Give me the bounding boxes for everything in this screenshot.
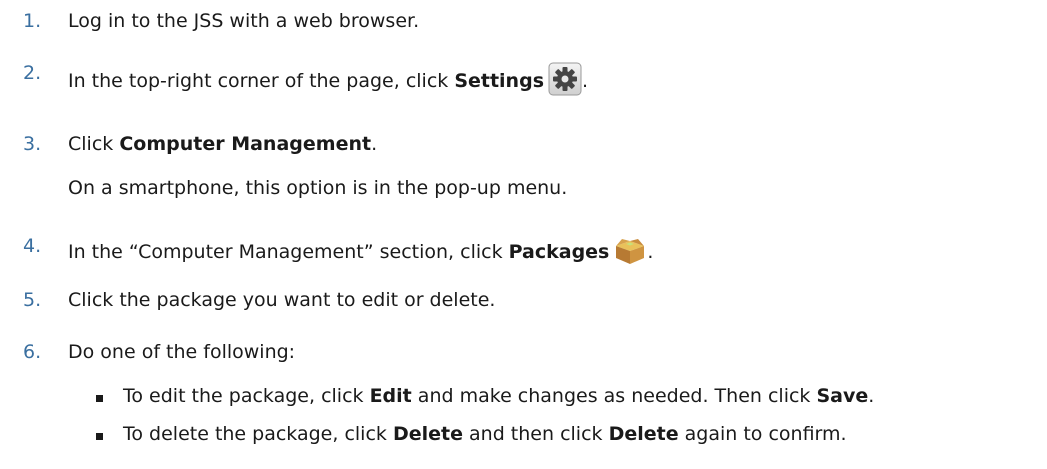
step-text-part: Click [68, 133, 120, 155]
step-number: 4. [23, 235, 42, 257]
step-text-part: . [582, 70, 589, 92]
bullet-text: To edit the package, click Edit and make… [123, 385, 874, 407]
step-number: 5. [23, 289, 42, 311]
bullet-marker [96, 395, 103, 402]
step-text: In the top-right corner of the page, cli… [68, 62, 588, 101]
bullet-text-part: and then click [462, 423, 609, 445]
step-text-part: In the top-right corner of the page, cli… [68, 70, 455, 92]
package-box-icon [613, 235, 647, 270]
ui-term-settings: Settings [454, 70, 544, 92]
step-text: In the “Computer Management” section, cl… [68, 235, 653, 270]
bullet-text-part: . [868, 385, 875, 407]
bullet-marker [96, 433, 103, 440]
ui-term-packages: Packages [508, 241, 610, 263]
step-text-part: . [647, 241, 654, 263]
ui-term-edit: Edit [369, 385, 412, 407]
step-number: 3. [23, 133, 42, 155]
step-number: 1. [23, 10, 42, 32]
bullet-text-part: To edit the package, click [123, 385, 370, 407]
step-text: Click Computer Management. [68, 133, 377, 155]
step-note: On a smartphone, this option is in the p… [68, 177, 568, 199]
ui-term-delete: Delete [392, 423, 463, 445]
bullet-text-part: and make changes as needed. Then click [411, 385, 817, 407]
step-text-part: . [371, 133, 378, 155]
bullet-text-part: To delete the package, click [123, 423, 393, 445]
step-text: Log in to the JSS with a web browser. [68, 10, 420, 32]
step-number: 2. [23, 62, 42, 84]
ui-term-delete: Delete [608, 423, 679, 445]
ui-term-save: Save [816, 385, 869, 407]
step-text: Do one of the following: [68, 341, 296, 363]
step-number: 6. [23, 341, 42, 363]
ui-term-computer-management: Computer Management [119, 133, 372, 155]
step-text: Click the package you want to edit or de… [68, 289, 496, 311]
step-text-part: In the “Computer Management” section, cl… [68, 241, 509, 263]
gear-icon [548, 62, 582, 101]
bullet-text-part: again to confirm. [678, 423, 847, 445]
bullet-text: To delete the package, click Delete and … [123, 423, 847, 445]
